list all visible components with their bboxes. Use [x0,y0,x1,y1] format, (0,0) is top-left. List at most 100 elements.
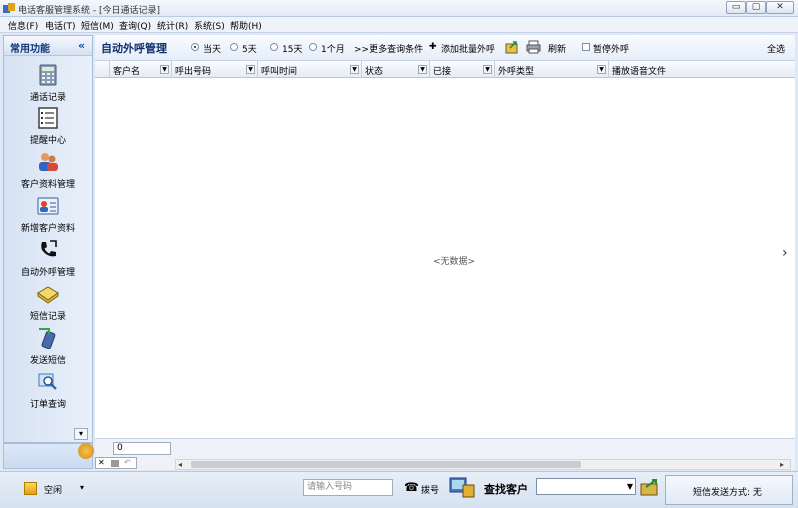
find-customer-icon[interactable] [449,476,475,498]
title-bar: 电话客服管理系统 - [今日通话记录] ▭ ▢ ✕ [0,0,798,17]
sidebar: 常用功能 « 通话记录 提醒中心 客户资料管理 新增客户资料 自动外呼管理 短信… [3,35,93,443]
sidebar-item-reminders[interactable]: 提醒中心 [4,107,92,149]
sidebar-item-customer-management[interactable]: 客户资料管理 [4,151,92,193]
sidebar-item-label: 发送短信 [29,356,66,366]
filter-dropdown-icon[interactable]: ▼ [597,65,606,74]
close-button[interactable]: ✕ [766,1,794,14]
find-customer-select[interactable]: ▼ [536,478,636,495]
sidebar-title: 常用功能 [10,44,50,55]
chevron-right-icon[interactable]: › [782,245,788,261]
menu-info[interactable]: 信息(F) [8,19,38,32]
envelope-icon [37,286,59,304]
menu-stats[interactable]: 统计(R) [157,19,188,32]
scroll-right-arrow[interactable]: ▸ [780,460,784,469]
range-today-label[interactable]: 当天 [203,42,221,55]
menu-system[interactable]: 系统(S) [194,19,225,32]
refresh-button[interactable]: 刷新 [548,42,566,55]
column-call-type[interactable]: 外呼类型 ▼ [495,61,609,78]
select-all-button[interactable]: 全选 [767,42,785,55]
column-status[interactable]: 状态 ▼ [362,61,430,78]
scroll-left-arrow[interactable]: ◂ [178,460,182,469]
pause-call-checkbox[interactable] [582,43,590,51]
status-dropdown-icon[interactable]: ▾ [80,483,84,492]
range-1month-label[interactable]: 1个月 [321,42,345,55]
row-indicator-header [95,61,110,78]
menu-bar: 信息(F) 电话(T) 短信(M) 查询(Q) 统计(R) 系统(S) 帮助(H… [0,17,798,33]
phone-icon [41,240,57,257]
column-voice-file[interactable]: 播放语音文件 [609,61,795,78]
column-outbound-number[interactable]: 呼出号码 ▼ [172,61,258,78]
sidebar-item-label: 通话记录 [29,93,66,103]
minimize-button[interactable]: ▭ [726,1,746,14]
mobile-send-icon [39,328,56,349]
column-label: 状态 [365,67,384,77]
grid-header: 客户名 ▼ 呼出号码 ▼ 呼叫时间 ▼ 状态 ▼ 已接 ▼ 外呼类型 ▼ 播放语… [95,61,795,78]
filter-dropdown-icon[interactable]: ▼ [160,65,169,74]
calculator-icon [39,64,57,86]
filter-dropdown-icon[interactable]: ▼ [350,65,359,74]
column-label: 呼叫时间 [261,67,298,77]
sidebar-item-call-records[interactable]: 通话记录 [4,64,92,106]
column-answered[interactable]: 已接 ▼ [430,61,495,78]
column-label: 呼出号码 [175,67,212,77]
sidebar-scroll-down-button[interactable]: ▾ [74,428,88,440]
contact-card-icon [37,197,59,215]
sidebar-item-label: 订单查询 [29,400,66,410]
more-conditions-link[interactable]: >>更多查询条件 [354,42,423,55]
menu-query[interactable]: 查询(Q) [119,19,151,32]
range-today-radio[interactable] [191,43,199,51]
page-number-field[interactable]: 0 [113,442,171,455]
sidebar-item-sms-records[interactable]: 短信记录 [4,283,92,325]
grid-body[interactable]: <无数据> › [95,78,795,438]
sidebar-item-order-query[interactable]: 订单查询 [4,371,92,413]
find-customer-label: 查找客户 [484,483,528,496]
maximize-button[interactable]: ▢ [746,1,766,14]
phone-number-input[interactable]: 请输入号码 [303,479,393,496]
sidebar-item-send-sms[interactable]: 发送短信 [4,327,92,369]
stop-icon[interactable] [111,460,119,467]
horizontal-scrollbar[interactable]: ◂ ▸ [175,459,791,470]
sidebar-item-add-customer[interactable]: 新增客户资料 [4,195,92,237]
menu-phone[interactable]: 电话(T) [45,19,76,32]
column-customer-name[interactable]: 客户名 ▼ [110,61,172,78]
window-title: 电话客服管理系统 - [今日通话记录] [18,6,160,16]
grid-footer: 0 ✕ ↶ ◂ ▸ [78,438,795,470]
refresh-icon[interactable] [78,443,94,459]
sidebar-item-auto-call[interactable]: 自动外呼管理 [4,239,92,281]
pause-call-label[interactable]: 暂停外呼 [593,42,629,55]
app-icon [3,3,15,13]
sidebar-collapse-button[interactable]: « [78,39,85,52]
toolbar: 自动外呼管理 当天 5天 15天 1个月 >>更多查询条件 ✚ 添加批量外呼 刷… [95,35,795,61]
column-label: 播放语音文件 [612,67,667,77]
range-5days-radio[interactable] [230,43,238,51]
menu-sms[interactable]: 短信(M) [81,19,114,32]
range-1month-radio[interactable] [309,43,317,51]
filter-dropdown-icon[interactable]: ▼ [246,65,255,74]
range-5days-label[interactable]: 5天 [242,42,257,55]
agent-status[interactable]: 空闲 [44,483,62,496]
dial-phone-icon[interactable]: ☎ [404,480,419,494]
sidebar-item-label: 自动外呼管理 [20,268,75,278]
record-navigator[interactable]: ✕ ↶ [95,457,137,469]
cancel-icon[interactable]: ✕ [98,458,105,468]
scrollbar-thumb[interactable] [191,461,581,468]
filter-dropdown-icon[interactable]: ▼ [418,65,427,74]
column-call-time[interactable]: 呼叫时间 ▼ [258,61,362,78]
menu-help[interactable]: 帮助(H) [230,19,262,32]
range-15days-radio[interactable] [270,43,278,51]
add-batch-call-button[interactable]: 添加批量外呼 [441,42,495,55]
export-icon[interactable] [505,40,519,54]
filter-dropdown-icon[interactable]: ▼ [483,65,492,74]
sidebar-header: 常用功能 « [4,36,92,56]
sidebar-item-label: 提醒中心 [29,136,66,146]
dial-button[interactable]: 拨号 [421,483,439,496]
range-15days-label[interactable]: 15天 [282,42,302,55]
status-bar: 空闲 ▾ 请输入号码 ☎ 拨号 查找客户 ▼ 短信发送方式: 无 [0,471,798,508]
printer-icon[interactable] [526,40,541,54]
magnifier-icon [38,373,57,390]
go-folder-icon[interactable] [640,478,660,496]
sidebar-item-label: 客户资料管理 [20,180,75,190]
undo-icon[interactable]: ↶ [124,458,131,468]
chevron-down-icon[interactable]: ▼ [627,482,633,491]
page-title: 自动外呼管理 [101,42,167,55]
